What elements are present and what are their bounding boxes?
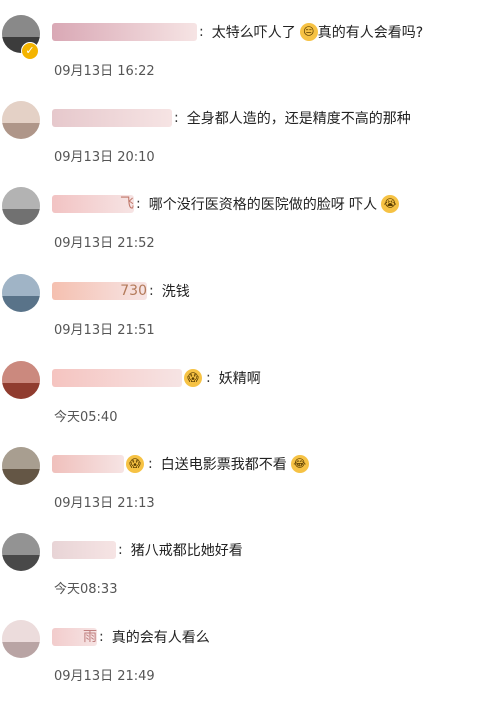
comment-text: 妖精啊 bbox=[218, 371, 261, 387]
laughing-emoji-icon: 😂 bbox=[290, 455, 309, 473]
separator: : bbox=[148, 456, 153, 472]
username[interactable]: 雨 bbox=[52, 628, 97, 646]
emoji-icon: 😑 bbox=[299, 23, 318, 41]
avatar[interactable] bbox=[2, 274, 40, 312]
comment-item: ✓ : 太特么吓人了 😑 真的有人会看吗? 09月13日 16:22 bbox=[0, 15, 494, 102]
separator: : bbox=[174, 110, 179, 126]
comment-text: 真的会有人看么 bbox=[111, 630, 210, 646]
comment-item: : 全身都人造的，还是精度不高的那种 09月13日 20:10 bbox=[0, 101, 494, 188]
comment-time: 09月13日 16:22 bbox=[54, 64, 155, 79]
comment-item: 730 : 洗钱 09月13日 21:51 bbox=[0, 274, 494, 361]
comment-text-continued: 真的有人会看吗? bbox=[317, 25, 424, 41]
scream-emoji-icon: 😱 bbox=[184, 369, 202, 387]
username[interactable] bbox=[52, 541, 116, 559]
comment-text: 白送电影票我都不看 bbox=[160, 457, 287, 473]
comment-item: 😱 : 妖精啊 今天05:40 bbox=[0, 361, 494, 448]
comment-time: 09月13日 21:52 bbox=[54, 236, 155, 251]
username[interactable] bbox=[52, 455, 124, 473]
comment-text: 太特么吓人了 bbox=[211, 25, 296, 41]
crying-emoji-icon: 😭 bbox=[381, 195, 400, 213]
avatar[interactable] bbox=[2, 620, 40, 658]
verified-badge-icon: ✓ bbox=[21, 42, 39, 60]
username[interactable]: 飞 bbox=[52, 195, 134, 213]
avatar[interactable] bbox=[2, 361, 40, 399]
avatar[interactable] bbox=[2, 533, 40, 571]
comment-text: 哪个没行医资格的医院做的脸呀 吓人 bbox=[148, 197, 378, 213]
separator: : bbox=[118, 542, 123, 558]
comment-time: 09月13日 21:51 bbox=[54, 323, 155, 338]
separator: : bbox=[206, 370, 211, 386]
comment-time: 09月13日 20:10 bbox=[54, 150, 155, 165]
avatar[interactable] bbox=[2, 101, 40, 139]
scream-emoji-icon: 😱 bbox=[126, 455, 144, 473]
avatar[interactable] bbox=[2, 187, 40, 225]
comment-item: : 猪八戒都比她好看 今天08:33 bbox=[0, 533, 494, 620]
separator: : bbox=[199, 24, 204, 40]
comment-text: 猪八戒都比她好看 bbox=[130, 543, 243, 559]
comment-text: 全身都人造的，还是精度不高的那种 bbox=[186, 111, 411, 127]
username[interactable] bbox=[52, 23, 197, 41]
comment-time: 09月13日 21:49 bbox=[54, 669, 155, 684]
comment-time: 今天05:40 bbox=[54, 410, 118, 425]
comment-item: 飞 : 哪个没行医资格的医院做的脸呀 吓人 😭 09月13日 21:52 bbox=[0, 187, 494, 274]
username[interactable] bbox=[52, 109, 172, 127]
avatar[interactable] bbox=[2, 447, 40, 485]
comment-item: 雨 : 真的会有人看么 09月13日 21:49 bbox=[0, 620, 494, 707]
username[interactable]: 730 bbox=[52, 282, 147, 300]
comment-item: 😱 : 白送电影票我都不看 😂 09月13日 21:13 bbox=[0, 447, 494, 534]
separator: : bbox=[149, 283, 154, 299]
separator: : bbox=[136, 196, 141, 212]
separator: : bbox=[99, 629, 104, 645]
comment-time: 今天08:33 bbox=[54, 582, 118, 597]
username[interactable] bbox=[52, 369, 182, 387]
comment-text: 洗钱 bbox=[161, 284, 190, 300]
comment-time: 09月13日 21:13 bbox=[54, 496, 155, 511]
